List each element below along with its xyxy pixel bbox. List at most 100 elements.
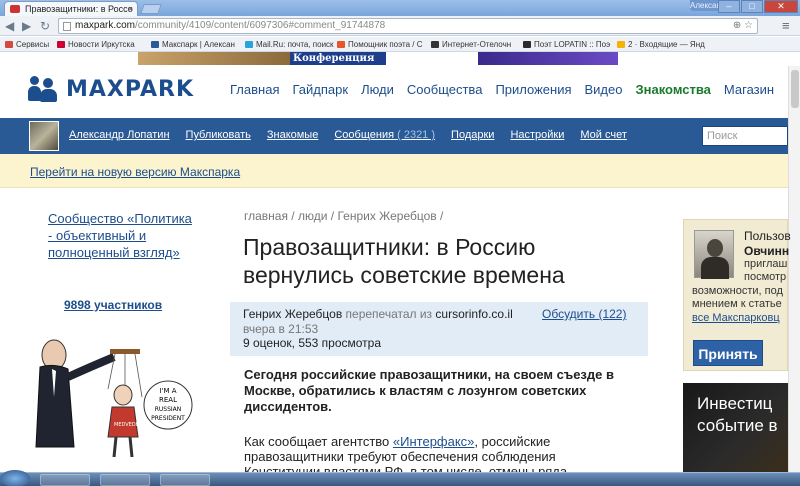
user-avatar[interactable] bbox=[29, 121, 59, 151]
invite-line-5: возможности, под bbox=[692, 285, 783, 297]
bookmark-item[interactable]: Mail.Ru: почта, поиск bbox=[244, 37, 334, 51]
taskbar-item[interactable] bbox=[100, 474, 150, 486]
accept-button[interactable]: Принять bbox=[693, 340, 763, 366]
author-line: Генрих Жеребцов перепечатал из cursorinf… bbox=[243, 307, 513, 321]
author-link[interactable]: Генрих Жеребцов bbox=[243, 307, 342, 321]
investment-ad[interactable]: Инвестиц событие в bbox=[683, 383, 788, 472]
nav-item[interactable]: Главная bbox=[230, 82, 279, 97]
user-name-link[interactable]: Александр Лопатин bbox=[69, 129, 170, 141]
url-host: maxpark.com bbox=[75, 20, 136, 31]
messages-count: ( 2321 ) bbox=[397, 129, 436, 141]
bookmark-item[interactable]: Сервисы bbox=[4, 37, 49, 51]
publish-time: вчера в 21:53 bbox=[243, 322, 319, 336]
bookmark-item[interactable]: Интернет-Отелочн bbox=[430, 37, 511, 51]
all-users-link[interactable]: все Макспарковц bbox=[692, 312, 780, 324]
nav-item[interactable]: Гайдпарк bbox=[292, 82, 348, 97]
new-version-link[interactable]: Перейти на новую версию Макспарка bbox=[30, 165, 240, 179]
members-count-link[interactable]: 9898 участников bbox=[64, 298, 162, 312]
bookmark-item[interactable]: Макспарк | Алексан bbox=[150, 37, 235, 51]
maximize-icon[interactable]: □ bbox=[741, 0, 763, 13]
interfax-link[interactable]: «Интерфакс» bbox=[393, 434, 475, 449]
breadcrumb: главная / люди / Генрих Жеребцов / bbox=[244, 209, 444, 223]
minimize-icon[interactable]: – bbox=[718, 0, 740, 13]
address-bar[interactable]: maxpark.com/community/4109/content/60973… bbox=[58, 18, 758, 34]
page-icon bbox=[63, 22, 71, 31]
banner-image-left bbox=[138, 52, 290, 65]
banner-image-right bbox=[478, 52, 618, 65]
gifts-link[interactable]: Подарки bbox=[451, 129, 494, 141]
breadcrumb-people[interactable]: люди bbox=[298, 209, 327, 223]
ad-line-2: событие в bbox=[697, 416, 778, 435]
friends-link[interactable]: Знакомые bbox=[267, 129, 318, 141]
nav-item[interactable]: Знакомства bbox=[635, 82, 710, 97]
community-cartoon-image: MEDVEDEV I'M A REAL RUSSIAN PRESIDENT bbox=[30, 327, 196, 472]
new-tab-button[interactable] bbox=[140, 4, 162, 14]
taskbar-item[interactable] bbox=[160, 474, 210, 486]
messages-link[interactable]: Сообщения ( 2321 ) bbox=[334, 129, 435, 141]
window-titlebar: Правозащитники: в Россо × Александр – □ … bbox=[0, 0, 800, 16]
url-path: /community/4109/content/6097306#comment_… bbox=[135, 20, 386, 31]
close-window-icon[interactable]: ✕ bbox=[764, 0, 798, 13]
start-button[interactable] bbox=[0, 470, 30, 486]
bubble-line-4: PRESIDENT bbox=[151, 415, 185, 422]
user-bar: Александр Лопатин Публиковать Знакомые С… bbox=[0, 118, 788, 154]
invitation-box: Пользов Овчинн приглаш посмотр возможнос… bbox=[683, 219, 791, 371]
logo-text: MAXPARK bbox=[66, 76, 194, 102]
community-link[interactable]: Сообщество «Политика - объективный и пол… bbox=[48, 210, 198, 261]
inviter-name[interactable]: Овчинн bbox=[744, 244, 789, 258]
puppet-badge: MEDVEDEV bbox=[114, 422, 143, 428]
tab-title: Правозащитники: в Россо bbox=[25, 4, 133, 14]
bookmark-item[interactable]: Помощник поэта / С bbox=[336, 37, 423, 51]
bookmark-item[interactable]: Новости Иркутска bbox=[56, 37, 135, 51]
people-logo-icon bbox=[28, 76, 60, 102]
bookmarks-bar: Сервисы Новости Иркутска Макспарк | Алекса… bbox=[0, 37, 800, 52]
invite-line-4: посмотр bbox=[744, 271, 787, 283]
page-scrollbar[interactable] bbox=[788, 66, 800, 472]
nav-item[interactable]: Видео bbox=[585, 82, 623, 97]
search-input[interactable]: Поиск bbox=[702, 126, 788, 146]
top-banner[interactable]: Конференция bbox=[0, 52, 800, 65]
messages-label: Сообщения bbox=[334, 129, 395, 141]
nav-item[interactable]: Люди bbox=[361, 82, 394, 97]
wrench-menu-icon[interactable]: ≡ bbox=[782, 18, 790, 33]
new-version-notice: Перейти на новую версию Макспарка bbox=[0, 154, 788, 188]
tab-close-icon[interactable]: × bbox=[128, 2, 133, 16]
maxpark-logo[interactable]: MAXPARK bbox=[28, 75, 194, 103]
window-controls: – □ ✕ bbox=[718, 0, 798, 13]
maxpark-favicon-icon bbox=[10, 5, 20, 13]
forward-arrow-icon[interactable]: ▶ bbox=[22, 19, 31, 33]
settings-link[interactable]: Настройки bbox=[510, 129, 564, 141]
invite-line-1: Пользов bbox=[744, 229, 791, 243]
nav-item[interactable]: Магазин bbox=[724, 82, 774, 97]
invite-line-3: приглаш bbox=[744, 258, 788, 270]
article-meta: Генрих Жеребцов перепечатал из cursorinf… bbox=[230, 302, 648, 356]
publish-link[interactable]: Публиковать bbox=[186, 129, 251, 141]
os-taskbar bbox=[0, 470, 800, 486]
nav-item[interactable]: Приложения bbox=[495, 82, 571, 97]
inviter-photo[interactable] bbox=[694, 230, 734, 279]
browser-tab[interactable]: Правозащитники: в Россо × bbox=[4, 1, 138, 16]
invite-line-6: мнением к статье bbox=[692, 298, 782, 310]
banner-conference: Конференция bbox=[290, 52, 386, 65]
breadcrumb-author[interactable]: Генрих Жеребцов bbox=[337, 209, 436, 223]
breadcrumb-home[interactable]: главная bbox=[244, 209, 288, 223]
taskbar-item[interactable] bbox=[40, 474, 90, 486]
article-stats: 9 оценок, 553 просмотра bbox=[243, 336, 382, 350]
browser-toolbar: ◀ ▶ ↻ maxpark.com/community/4109/content… bbox=[0, 16, 800, 36]
zoom-star-icons[interactable]: ⊕ ☆ bbox=[733, 19, 753, 33]
main-nav: Главная Гайдпарк Люди Сообщества Приложения В… bbox=[230, 82, 800, 97]
source-link[interactable]: cursorinfo.co.il bbox=[435, 307, 512, 321]
back-arrow-icon[interactable]: ◀ bbox=[5, 19, 14, 33]
article-lead: Сегодня российские правозащитники, на св… bbox=[244, 367, 614, 414]
bookmark-item[interactable]: Поэт LOPATIN :: Поэ bbox=[522, 37, 610, 51]
body-prefix: Как сообщает агентство bbox=[244, 434, 393, 449]
scrollbar-thumb[interactable] bbox=[791, 70, 799, 108]
reload-icon[interactable]: ↻ bbox=[40, 19, 50, 33]
repost-text: перепечатал из bbox=[345, 307, 433, 321]
discuss-link[interactable]: Обсудить (122) bbox=[542, 307, 626, 321]
article-title: Правозащитники: в Россию вернулись совет… bbox=[243, 234, 565, 288]
nav-item[interactable]: Сообщества bbox=[407, 82, 483, 97]
bookmark-item[interactable]: 2 · Входящие — Янд bbox=[616, 37, 705, 51]
account-link[interactable]: Мой счет bbox=[580, 129, 627, 141]
bubble-line-3: RUSSIAN bbox=[155, 406, 182, 413]
